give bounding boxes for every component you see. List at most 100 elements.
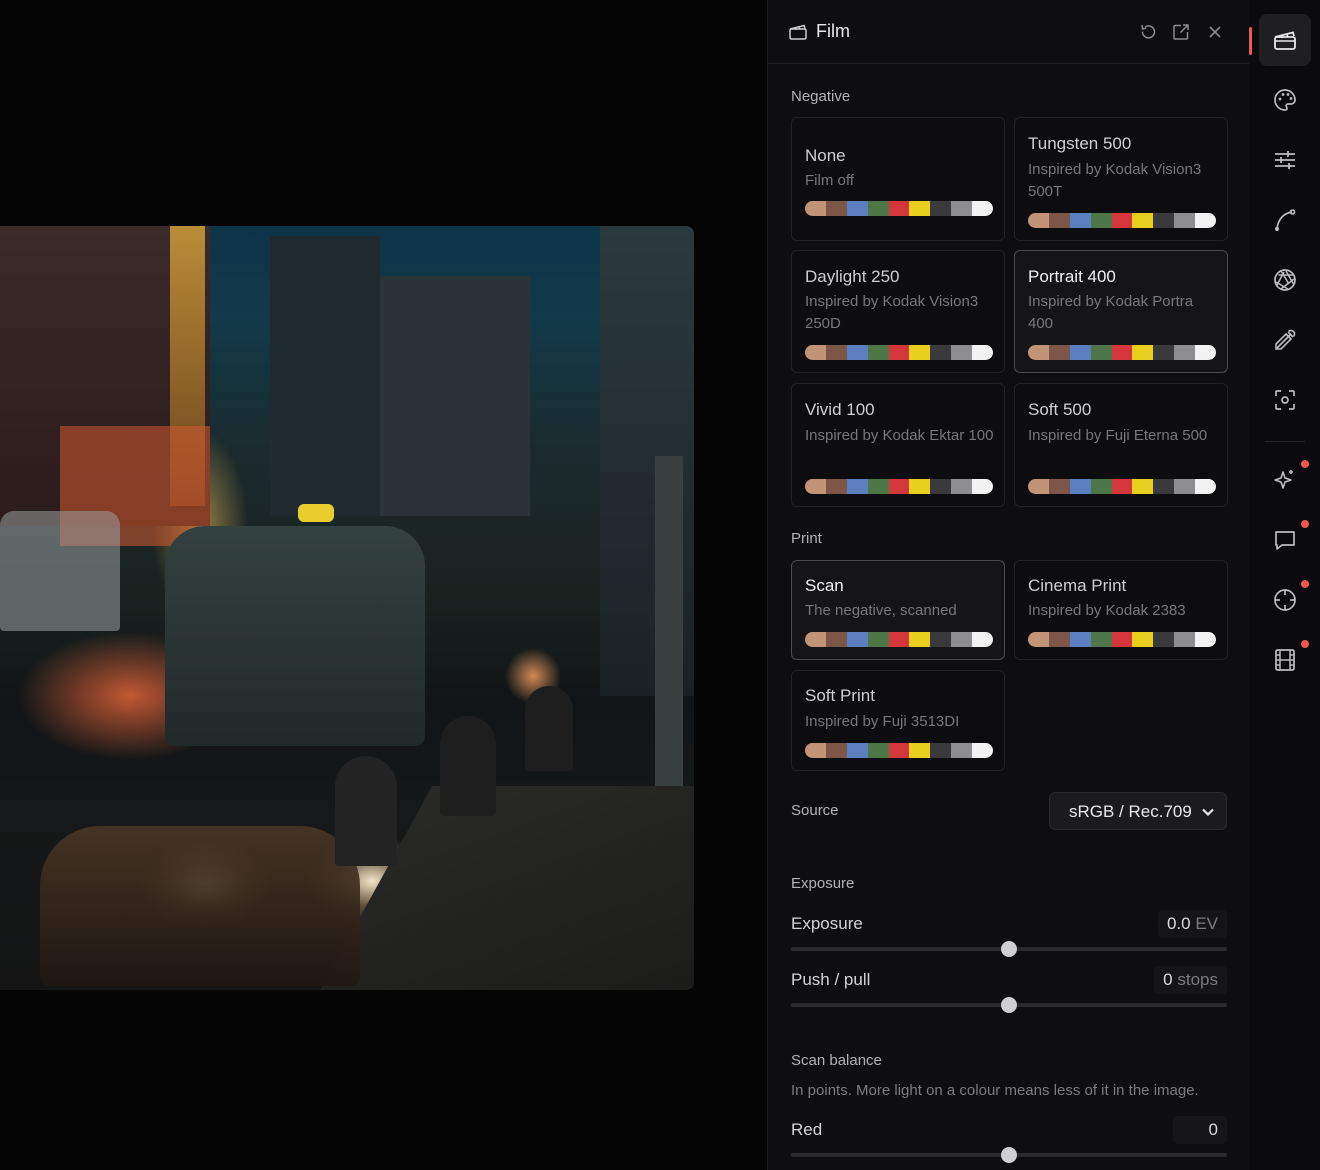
swatch-color xyxy=(909,632,931,647)
adjust-tool-button[interactable] xyxy=(1259,134,1311,186)
swatch-color xyxy=(888,743,910,758)
swatch-color xyxy=(1174,479,1196,494)
swatch-color xyxy=(972,345,993,360)
photo-taxi-sign xyxy=(298,504,334,522)
swatch-color xyxy=(805,743,826,758)
swatch-color xyxy=(1090,632,1112,647)
push-pull-slider[interactable] xyxy=(791,995,1227,1015)
filmstrip-tool-button[interactable] xyxy=(1259,634,1311,686)
swatch-color xyxy=(1153,632,1175,647)
card-title: Tungsten 500 xyxy=(1028,134,1132,153)
swatch-color xyxy=(1048,345,1070,360)
slider-thumb[interactable] xyxy=(1001,1147,1017,1163)
slider-thumb[interactable] xyxy=(1001,997,1017,1013)
red-value: 0 xyxy=(1208,1120,1218,1139)
film-tool-button[interactable] xyxy=(1259,14,1311,66)
color-tool-button[interactable] xyxy=(1259,74,1311,126)
lens-tool-button[interactable] xyxy=(1259,254,1311,306)
negative-card-none[interactable]: None Film off xyxy=(791,117,1005,241)
exposure-value: 0.0 xyxy=(1166,914,1191,933)
swatch-color xyxy=(1174,213,1196,228)
push-pull-value: 0 xyxy=(1163,970,1173,989)
close-icon[interactable] xyxy=(1205,22,1225,42)
swatch-color xyxy=(930,743,952,758)
film-panel: Film Negative None Film off Tungsten 500… xyxy=(767,0,1250,1170)
swatch-color xyxy=(1048,632,1070,647)
swatch-color xyxy=(1090,345,1112,360)
print-section-label: Print xyxy=(791,530,822,547)
reset-icon[interactable] xyxy=(1138,22,1158,42)
photo-bollard xyxy=(440,716,496,816)
photo-bollard xyxy=(335,756,397,866)
swatch-color xyxy=(1174,632,1196,647)
exposure-slider[interactable] xyxy=(791,939,1227,959)
exposure-value-field[interactable]: 0.0 EV xyxy=(1157,910,1227,938)
sliders-icon xyxy=(1275,151,1295,169)
picker-tool-button[interactable] xyxy=(1259,314,1311,366)
pop-out-icon[interactable] xyxy=(1171,22,1191,42)
card-title: Soft 500 xyxy=(1028,400,1092,419)
crosshair-icon xyxy=(1274,589,1296,611)
swatch-color xyxy=(951,201,973,216)
card-title: Scan xyxy=(805,576,844,595)
swatch-color xyxy=(825,479,847,494)
exposure-section-label: Exposure xyxy=(791,875,855,892)
print-card-scan[interactable]: Scan The negative, scanned xyxy=(791,560,1005,660)
red-value-field[interactable]: 0 xyxy=(1173,1116,1227,1144)
source-colorspace-select[interactable]: sRGB / Rec.709 xyxy=(1049,792,1227,830)
red-slider[interactable] xyxy=(791,1145,1227,1165)
push-pull-unit: stops xyxy=(1177,970,1218,989)
filmstrip-icon xyxy=(1275,649,1295,671)
swatch-color xyxy=(930,345,952,360)
swatch-color xyxy=(805,632,826,647)
swatch-color xyxy=(1111,345,1133,360)
negative-card-tungsten-500[interactable]: Tungsten 500 Inspired by Kodak Vision3 5… xyxy=(1014,117,1228,241)
swatch-color xyxy=(805,479,826,494)
panel-title: Film xyxy=(816,21,850,41)
color-swatch-strip xyxy=(1028,213,1216,228)
card-title: Soft Print xyxy=(805,686,875,705)
swatch-color xyxy=(972,632,993,647)
swatch-color xyxy=(1195,345,1216,360)
color-swatch-strip xyxy=(805,632,993,647)
swatch-color xyxy=(1111,632,1133,647)
focus-tool-button[interactable] xyxy=(1259,374,1311,426)
color-swatch-strip xyxy=(805,743,993,758)
photo-bollard xyxy=(525,686,573,771)
curves-tool-button[interactable] xyxy=(1259,194,1311,246)
card-subtitle: Inspired by Kodak 2383 xyxy=(1028,602,1186,619)
swatch-color xyxy=(1174,345,1196,360)
card-subtitle: Inspired by Kodak Vision3 250D xyxy=(805,293,979,332)
swatch-color xyxy=(805,201,826,216)
target-tool-button[interactable] xyxy=(1259,574,1311,626)
print-card-cinema-print[interactable]: Cinema Print Inspired by Kodak 2383 xyxy=(1014,560,1228,660)
negative-card-daylight-250[interactable]: Daylight 250 Inspired by Kodak Vision3 2… xyxy=(791,250,1005,373)
negative-card-vivid-100[interactable]: Vivid 100 Inspired by Kodak Ektar 100 xyxy=(791,383,1005,507)
photo-taxi xyxy=(165,526,425,746)
image-canvas[interactable] xyxy=(0,0,766,1170)
photo-preview[interactable] xyxy=(0,226,694,990)
swatch-color xyxy=(1132,632,1154,647)
swatch-color xyxy=(1069,479,1091,494)
swatch-color xyxy=(951,479,973,494)
swatch-color xyxy=(1069,345,1091,360)
print-card-soft-print[interactable]: Soft Print Inspired by Fuji 3513DI xyxy=(791,670,1005,771)
notification-badge xyxy=(1301,640,1309,648)
slider-thumb[interactable] xyxy=(1001,941,1017,957)
color-swatch-strip xyxy=(805,479,993,494)
push-pull-value-field[interactable]: 0 stops xyxy=(1154,966,1227,994)
swatch-color xyxy=(951,743,973,758)
ai-tool-button[interactable] xyxy=(1259,454,1311,506)
card-subtitle: Inspired by Kodak Ektar 100 xyxy=(805,427,994,444)
aperture-icon xyxy=(1274,269,1296,291)
negative-card-portrait-400[interactable]: Portrait 400 Inspired by Kodak Portra 40… xyxy=(1014,250,1228,373)
comment-tool-button[interactable] xyxy=(1259,514,1311,566)
clapperboard-icon xyxy=(1274,31,1296,50)
negative-card-soft-500[interactable]: Soft 500 Inspired by Fuji Eterna 500 xyxy=(1014,383,1228,507)
swatch-color xyxy=(1132,213,1154,228)
swatch-color xyxy=(867,743,889,758)
swatch-color xyxy=(1028,479,1049,494)
swatch-color xyxy=(846,479,868,494)
negative-section-label: Negative xyxy=(791,88,851,105)
color-swatch-strip xyxy=(1028,479,1216,494)
